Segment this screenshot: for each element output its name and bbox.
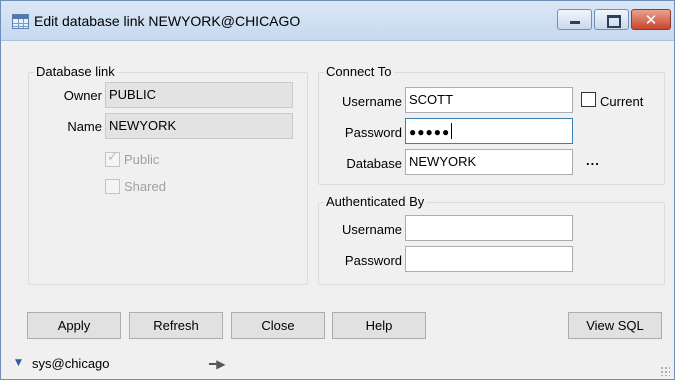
table-icon — [12, 14, 29, 29]
connect-to-group-label: Connect To — [324, 64, 394, 79]
help-button[interactable]: Help — [332, 312, 426, 339]
owner-value: PUBLIC — [109, 87, 156, 102]
close-window-button[interactable]: ✕ — [631, 9, 671, 30]
status-bar: ▼ sys@chicago ━▶ — [1, 351, 674, 379]
refresh-button[interactable]: Refresh — [129, 312, 223, 339]
connect-username-field[interactable]: SCOTT — [405, 87, 573, 113]
close-button[interactable]: Close — [231, 312, 325, 339]
dialog-window: Edit database link NEWYORK@CHICAGO ✕ Dat… — [0, 0, 675, 380]
name-label: Name — [67, 119, 102, 134]
refresh-button-label: Refresh — [153, 318, 199, 333]
apply-button-label: Apply — [57, 318, 91, 333]
connect-password-field[interactable]: ●●●●● — [405, 118, 573, 144]
close-button-label: Close — [261, 318, 295, 333]
auth-username-label: Username — [342, 222, 402, 237]
checkmark-icon: ✓ — [107, 150, 118, 165]
text-caret — [451, 123, 453, 139]
apply-button[interactable]: Apply — [27, 312, 121, 339]
database-value: NEWYORK — [409, 154, 477, 169]
current-checkbox[interactable] — [581, 92, 596, 107]
database-field[interactable]: NEWYORK — [405, 149, 573, 175]
authenticated-by-group-label: Authenticated By — [324, 194, 427, 209]
owner-label: Owner — [63, 88, 102, 103]
resize-grip-icon[interactable] — [660, 366, 670, 376]
database-label: Database — [346, 156, 402, 171]
public-checkbox[interactable]: ✓ — [105, 150, 120, 167]
title-bar[interactable]: Edit database link NEWYORK@CHICAGO ✕ — [1, 1, 674, 41]
owner-field: PUBLIC — [105, 82, 293, 108]
close-icon: ✕ — [644, 11, 658, 29]
shared-label: Shared — [124, 179, 166, 194]
maximize-button[interactable] — [594, 9, 629, 30]
auth-password-label: Password — [344, 253, 402, 268]
help-button-label: Help — [365, 318, 393, 333]
connect-username-label: Username — [342, 94, 402, 109]
shared-checkbox[interactable] — [105, 179, 120, 194]
name-field: NEWYORK — [105, 113, 293, 139]
auth-username-field[interactable] — [405, 215, 573, 241]
view-sql-button[interactable]: View SQL — [568, 312, 662, 339]
connect-password-value: ●●●●● — [409, 125, 451, 139]
triangle-down-icon[interactable]: ▼ — [15, 358, 22, 368]
view-sql-button-label: View SQL — [586, 318, 644, 333]
pin-icon[interactable]: ━▶ — [209, 357, 225, 371]
database-link-group-label: Database link — [34, 64, 117, 79]
browse-database-button[interactable]: ... — [586, 153, 600, 168]
auth-password-field[interactable] — [405, 246, 573, 272]
connect-password-label: Password — [344, 125, 402, 140]
public-label: Public — [124, 152, 160, 167]
connect-username-value: SCOTT — [409, 92, 454, 107]
name-value: NEWYORK — [109, 118, 177, 133]
window-title: Edit database link NEWYORK@CHICAGO — [34, 13, 301, 29]
minimize-button[interactable] — [557, 9, 592, 30]
current-label: Current — [600, 94, 644, 109]
connection-status[interactable]: sys@chicago — [32, 356, 110, 371]
